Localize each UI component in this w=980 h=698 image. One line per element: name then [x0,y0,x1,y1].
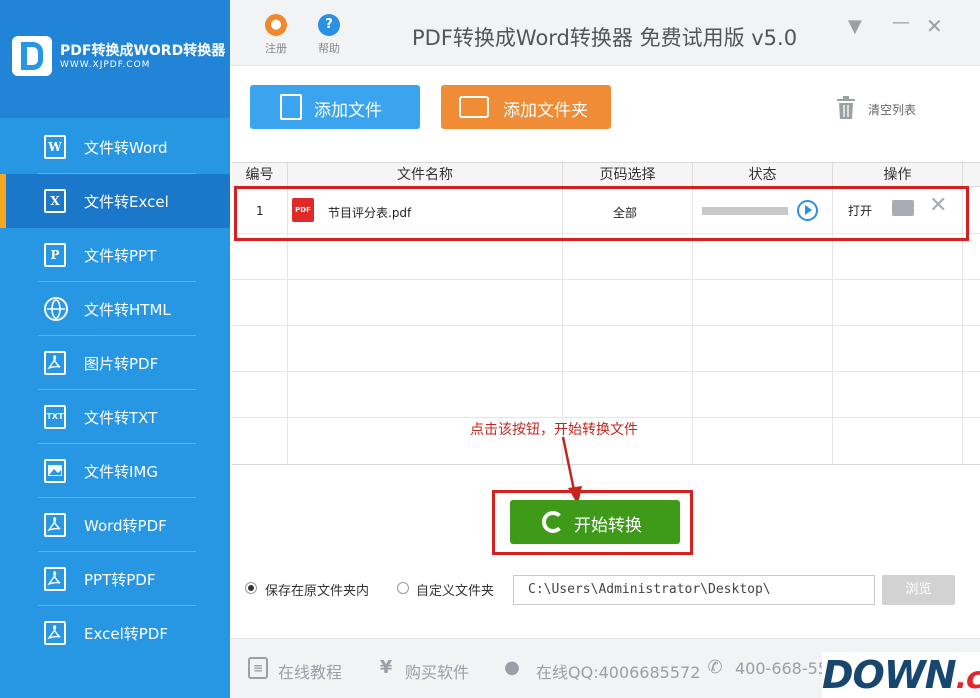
menu-dropdown-icon[interactable]: ▼ [848,16,862,37]
excel-file-icon: X [44,189,66,213]
close-icon[interactable]: ✕ [926,14,943,38]
app-title: PDF转换成Word转换器 免费试用版 v5.0 [412,26,798,50]
sidebar-item-ppt[interactable]: P 文件转PPT [0,228,230,282]
browse-button[interactable]: 浏览 [882,575,955,605]
online-qq-link[interactable]: 在线QQ:4006685572 [536,659,700,683]
sidebar-item-label: 文件转HTML [84,301,171,319]
refresh-icon [542,511,564,533]
sidebar-item-image-to-pdf[interactable]: 图片转PDF [0,336,230,390]
output-path-field[interactable]: C:\Users\Administrator\Desktop\ [513,575,875,605]
sidebar-item-word-to-pdf[interactable]: Word转PDF [0,498,230,552]
buy-software-link[interactable]: 购买软件 [405,659,469,683]
add-file-button[interactable]: 添加文件 [250,85,420,129]
save-original-label: 保存在原文件夹内 [265,584,370,599]
yen-icon: ¥ [379,657,393,678]
minimize-icon[interactable]: — [892,12,910,33]
online-tutorial-link[interactable]: 在线教程 [278,659,342,683]
sidebar-item-html[interactable]: 文件转HTML [0,282,230,336]
row-highlight-frame [234,186,969,241]
phone-icon: ✆ [707,657,723,678]
instruction-annotation: 点击该按钮，开始转换文件 [470,422,638,438]
sidebar-item-label: PPT转PDF [84,571,156,589]
folder-icon [459,96,489,118]
register-label: 注册 [265,42,287,55]
start-label: 开始转换 [574,516,642,536]
custom-folder-radio[interactable] [397,582,409,594]
logo-url: WWW.XJPDF.COM [60,60,151,70]
column-header-status: 状态 [693,163,833,187]
txt-file-icon: TXT [44,405,66,429]
user-icon: ● [265,14,287,36]
ppt-file-icon: P [44,243,66,267]
column-header-index: 编号 [232,163,288,187]
sidebar-item-label: Word转PDF [84,517,167,535]
sidebar: PDF转换成WORD转换器 WWW.XJPDF.COM W 文件转Word X … [0,0,230,698]
pdf-file-icon [44,351,66,375]
sidebar-item-img[interactable]: 文件转IMG [0,444,230,498]
logo-area: PDF转换成WORD转换器 WWW.XJPDF.COM [0,0,230,118]
table-header: 编号 文件名称 页码选择 状态 操作 [232,163,980,187]
logo-title: PDF转换成WORD转换器 [60,43,226,59]
help-label: 帮助 [318,42,340,55]
sidebar-item-label: 文件转Word [84,139,168,157]
qq-icon: ● [504,657,520,678]
tutorial-icon: ≡ [248,657,268,679]
sidebar-item-label: Excel转PDF [84,625,168,643]
sidebar-item-ppt-to-pdf[interactable]: PPT转PDF [0,552,230,606]
sidebar-item-txt[interactable]: TXT 文件转TXT [0,390,230,444]
help-button[interactable]: ? 帮助 [309,14,349,56]
sidebar-item-label: 文件转IMG [84,463,158,481]
column-header-actions: 操作 [833,163,963,187]
add-folder-button[interactable]: 添加文件夹 [441,85,611,129]
sidebar-item-label: 图片转PDF [84,355,159,373]
image-file-icon [44,459,66,483]
start-conversion-button[interactable]: 开始转换 [510,500,680,544]
watermark-suffix: .cc [955,661,980,696]
column-header-page-range: 页码选择 [563,163,693,187]
sidebar-item-label: 文件转PPT [84,247,157,265]
sidebar-item-word[interactable]: W 文件转Word [0,120,230,174]
watermark-main: DOWN [822,653,957,697]
custom-folder-label: 自定义文件夹 [416,584,495,599]
register-button[interactable]: ● 注册 [256,14,296,56]
add-file-label: 添加文件 [314,101,382,121]
sidebar-item-label: 文件转Excel [84,193,169,211]
help-icon: ? [318,14,340,36]
clear-list-label: 清空列表 [868,103,917,117]
phone-number: 400-668-55 [735,659,828,678]
sidebar-item-excel[interactable]: X 文件转Excel [0,174,230,228]
sidebar-item-excel-to-pdf[interactable]: Excel转PDF [0,606,230,660]
app-logo-icon [12,36,52,76]
save-original-radio[interactable] [245,582,257,594]
document-icon [280,94,302,120]
sidebar-item-label: 文件转TXT [84,409,158,427]
add-folder-label: 添加文件夹 [503,101,588,121]
sidebar-nav: W 文件转Word X 文件转Excel P 文件转PPT 文件转HTML 图片… [0,120,230,660]
pdf-file-icon [44,567,66,591]
title-bar: ● 注册 ? 帮助 PDF转换成Word转换器 免费试用版 v5.0 ▼ — ✕ [230,0,980,66]
pdf-file-icon [44,513,66,537]
word-file-icon: W [44,135,66,159]
site-watermark-logo: DOWN.cc [822,652,980,698]
pdf-file-icon [44,621,66,645]
column-header-file-name: 文件名称 [288,163,563,187]
globe-icon [44,297,68,321]
trash-icon [837,96,855,119]
